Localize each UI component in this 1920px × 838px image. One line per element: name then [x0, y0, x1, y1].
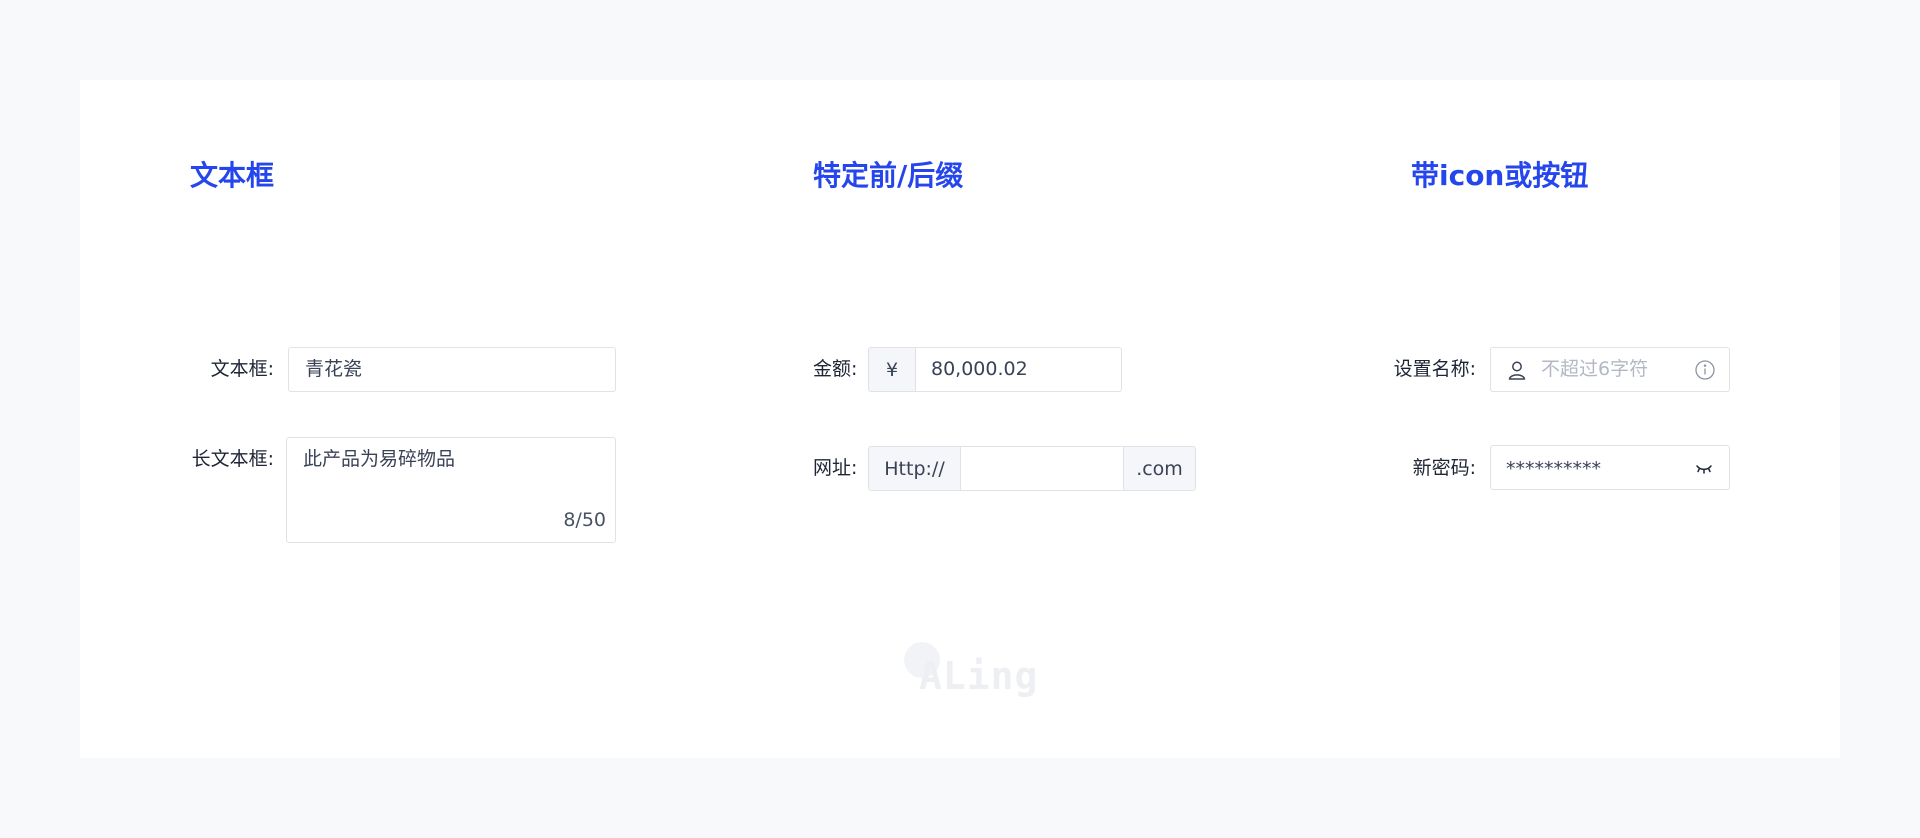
section-title-affix: 特定前/后缀 — [813, 159, 964, 192]
name-placeholder: 不超过6字符 — [1541, 358, 1649, 380]
char-counter: 8/50 — [563, 509, 606, 531]
amount-input[interactable]: 80,000.02 — [915, 347, 1122, 392]
text-field-value: 青花瓷 — [305, 358, 363, 380]
url-prefix: Http:// — [868, 446, 961, 491]
name-input[interactable]: 不超过6字符 — [1490, 347, 1730, 392]
section-title-icon-button: 带icon或按钮 — [1411, 159, 1589, 192]
url-suffix: .com — [1123, 446, 1196, 491]
password-value: ********** — [1506, 458, 1601, 480]
currency-prefix: ¥ — [868, 347, 916, 392]
user-icon — [1506, 359, 1528, 385]
textarea-value: 此产品为易碎物品 — [303, 448, 456, 470]
section-title-textbox: 文本框 — [190, 159, 275, 192]
password-label: 新密码: — [1412, 457, 1476, 479]
eye-closed-icon[interactable] — [1695, 461, 1713, 480]
amount-label: 金额: — [813, 358, 858, 380]
name-label: 设置名称: — [1393, 358, 1476, 380]
amount-value: 80,000.02 — [931, 358, 1028, 380]
watermark-logo: ALing — [919, 654, 1039, 698]
url-label: 网址: — [813, 457, 858, 479]
textarea-label: 长文本框: — [191, 448, 274, 470]
text-field-label: 文本框: — [210, 358, 274, 380]
info-icon[interactable] — [1694, 359, 1716, 385]
text-field[interactable]: 青花瓷 — [288, 347, 616, 392]
url-input[interactable] — [960, 446, 1124, 491]
password-input[interactable]: ********** — [1490, 445, 1730, 490]
long-text-field[interactable]: 此产品为易碎物品 8/50 — [286, 437, 616, 543]
